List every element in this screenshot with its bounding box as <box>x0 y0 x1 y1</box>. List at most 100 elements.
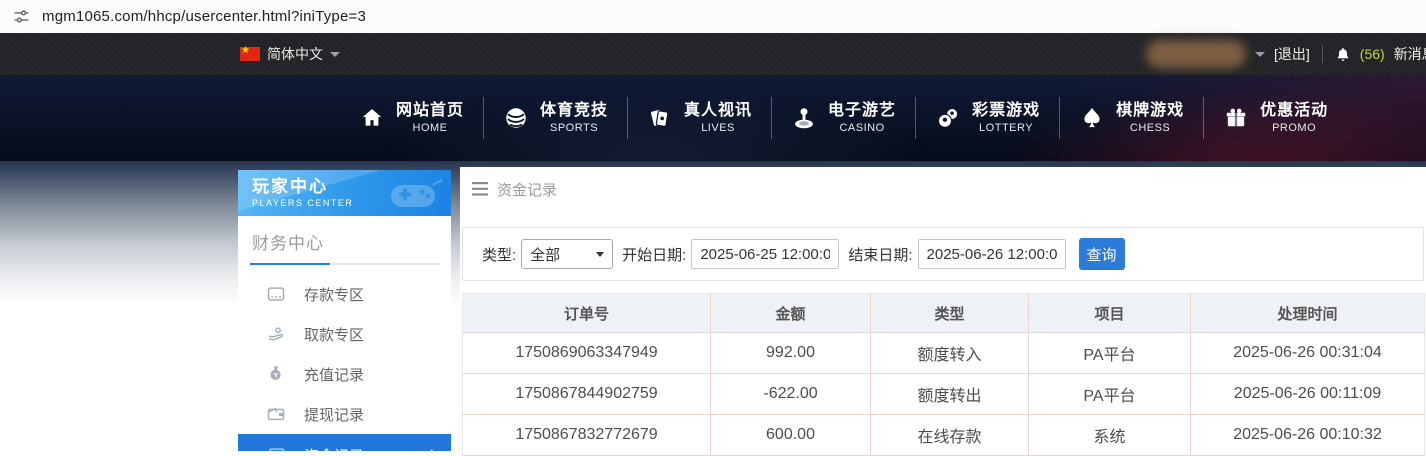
sidebar-item-deposit[interactable]: 存款专区 <box>238 274 451 314</box>
chevron-down-icon <box>330 51 340 57</box>
nav-item-home[interactable]: 网站首页 HOME <box>340 101 483 135</box>
nav-label-zh: 体育竞技 <box>540 102 609 119</box>
sidebar-item-label: 提现记录 <box>304 406 365 424</box>
cell-amount: 600.00 <box>710 414 871 456</box>
cell-type: 额度转入 <box>870 332 1029 374</box>
nav-label-en: CHESS <box>1129 122 1171 134</box>
sports-ball-icon <box>503 105 529 131</box>
wallet-icon <box>266 404 286 424</box>
message-label[interactable]: 新消息 <box>1394 44 1426 64</box>
sidebar: 财务中心 存款专区 取款专区 充值记录 提现记录 <box>238 216 451 451</box>
header-item: 项目 <box>1028 293 1191 333</box>
table-header-row: 订单号 金额 类型 项目 处理时间 <box>462 293 1425 333</box>
cell-type: 在线存款 <box>870 414 1029 456</box>
cell-item: 系统 <box>1028 414 1191 456</box>
table-row: 1750867832772679 600.00 在线存款 系统 2025-06-… <box>462 414 1425 456</box>
deposit-card-icon <box>266 284 286 304</box>
sidebar-header-players-center: 玩家中心 PLAYERS CENTER <box>238 170 451 216</box>
lottery-balls-icon <box>935 105 961 131</box>
sidebar-section-title: 财务中心 <box>252 234 324 253</box>
sidebar-item-recharge-records[interactable]: 充值记录 <box>238 354 451 394</box>
nav-label-en: HOME <box>412 122 448 134</box>
end-date-input[interactable] <box>917 239 1066 269</box>
nav-item-promo[interactable]: 优惠活动 PROMO <box>1204 101 1347 135</box>
message-count[interactable]: (56) <box>1360 46 1385 62</box>
cell-order-no: 1750867844902759 <box>462 373 711 415</box>
sidebar-item-withdraw[interactable]: 取款专区 <box>238 314 451 354</box>
cell-order-no: 1750867832772679 <box>462 414 711 456</box>
cell-time: 2025-06-26 00:10:32 <box>1190 414 1425 456</box>
user-menu-chevron-icon[interactable] <box>1255 51 1265 57</box>
main-content: 资金记录 类型: 全部 开始日期: 结束日期: 查询 订单号 金额 类型 项目 … <box>460 167 1426 456</box>
table-row: 1750869063347949 992.00 额度转入 PA平台 2025-0… <box>462 332 1425 374</box>
nav-label-en: CASINO <box>839 122 885 134</box>
china-flag-icon: ★ <box>240 45 260 61</box>
type-select-value: 全部 <box>530 246 561 264</box>
header-type: 类型 <box>870 293 1029 333</box>
nav-item-lottery[interactable]: 彩票游戏 LOTTERY <box>916 101 1059 135</box>
nav-label-en: LOTTERY <box>979 122 1034 134</box>
section-underline <box>250 263 440 265</box>
cell-time: 2025-06-26 00:31:04 <box>1190 332 1425 374</box>
select-caret-icon <box>596 251 605 257</box>
nav-label-zh: 棋牌游戏 <box>1116 102 1185 119</box>
cell-amount: -622.00 <box>710 373 871 415</box>
nav-label-zh: 彩票游戏 <box>972 102 1041 119</box>
breadcrumb: 资金记录 <box>460 167 1426 211</box>
nav-item-sports[interactable]: 体育竞技 SPORTS <box>484 101 627 135</box>
start-date-input[interactable] <box>691 239 840 269</box>
cell-item: PA平台 <box>1028 373 1191 415</box>
divider <box>1321 45 1323 63</box>
breadcrumb-title: 资金记录 <box>497 181 558 199</box>
language-label: 简体中文 <box>267 46 323 62</box>
sidebar-item-label: 存款专区 <box>304 286 365 304</box>
nav-item-lives[interactable]: 真人视讯 LIVES <box>628 101 771 135</box>
sidebar-title: 玩家中心 <box>252 177 328 196</box>
username-blurred <box>1146 40 1246 68</box>
nav-label-en: PROMO <box>1272 122 1317 134</box>
playing-cards-icon <box>647 105 673 131</box>
type-select[interactable]: 全部 <box>521 239 614 269</box>
money-bag-icon <box>266 364 286 384</box>
nav-label-zh: 优惠活动 <box>1260 102 1329 119</box>
browser-url-bar: mgm1065.com/hhcp/usercenter.html?iniType… <box>0 0 1426 33</box>
cell-item: PA平台 <box>1028 332 1191 374</box>
nav-label-zh: 网站首页 <box>396 102 465 119</box>
nav-item-chess[interactable]: 棋牌游戏 CHESS <box>1060 101 1203 135</box>
nav-label-zh: 真人视讯 <box>684 102 753 119</box>
cell-type: 额度转出 <box>870 373 1029 415</box>
header-amount: 金额 <box>710 293 871 333</box>
header-order-no: 订单号 <box>462 293 711 333</box>
sidebar-item-label: 资金记录 <box>304 445 364 452</box>
sidebar-item-funds-records[interactable]: 资金记录 <box>238 434 451 451</box>
header-time: 处理时间 <box>1190 293 1425 333</box>
nav-label-en: SPORTS <box>550 122 599 134</box>
search-button[interactable]: 查询 <box>1078 238 1125 270</box>
main-navigation: 网站首页 HOME 体育竞技 SPORTS 真人视讯 LIVES 电子游艺 CASINO <box>0 75 1426 161</box>
cell-amount: 992.00 <box>710 332 871 374</box>
type-label: 类型: <box>482 246 517 264</box>
address-url[interactable]: mgm1065.com/hhcp/usercenter.html?iniType… <box>42 8 366 25</box>
end-date-label: 结束日期: <box>848 246 913 264</box>
sidebar-item-label: 取款专区 <box>304 326 365 344</box>
nav-item-casino[interactable]: 电子游艺 CASINO <box>772 101 915 135</box>
language-selector[interactable]: ★ 简体中文 <box>240 33 340 75</box>
home-icon <box>359 105 385 131</box>
bell-icon[interactable] <box>1335 46 1351 63</box>
logout-link[interactable]: [退出] <box>1274 44 1310 64</box>
gift-icon <box>1223 105 1249 131</box>
filter-panel: 类型: 全部 开始日期: 结束日期: 查询 <box>462 227 1424 281</box>
table-row: 1750867844902759 -622.00 额度转出 PA平台 2025-… <box>462 373 1425 415</box>
hand-coin-icon <box>266 324 286 344</box>
nav-label-en: LIVES <box>701 122 735 134</box>
joystick-icon <box>791 105 817 131</box>
hamburger-icon <box>472 182 488 196</box>
sidebar-subtitle: PLAYERS CENTER <box>252 198 354 208</box>
account-bar: ★ 简体中文 [退出] (56) 新消息 <box>0 33 1426 75</box>
cell-time: 2025-06-26 00:11:09 <box>1190 373 1425 415</box>
nav-label-zh: 电子游艺 <box>828 102 897 119</box>
funds-records-table: 订单号 金额 类型 项目 处理时间 1750869063347949 992.0… <box>462 293 1425 456</box>
banknotes-icon <box>266 445 286 451</box>
site-settings-icon[interactable] <box>10 6 32 28</box>
sidebar-item-withdrawal-records[interactable]: 提现记录 <box>238 394 451 434</box>
